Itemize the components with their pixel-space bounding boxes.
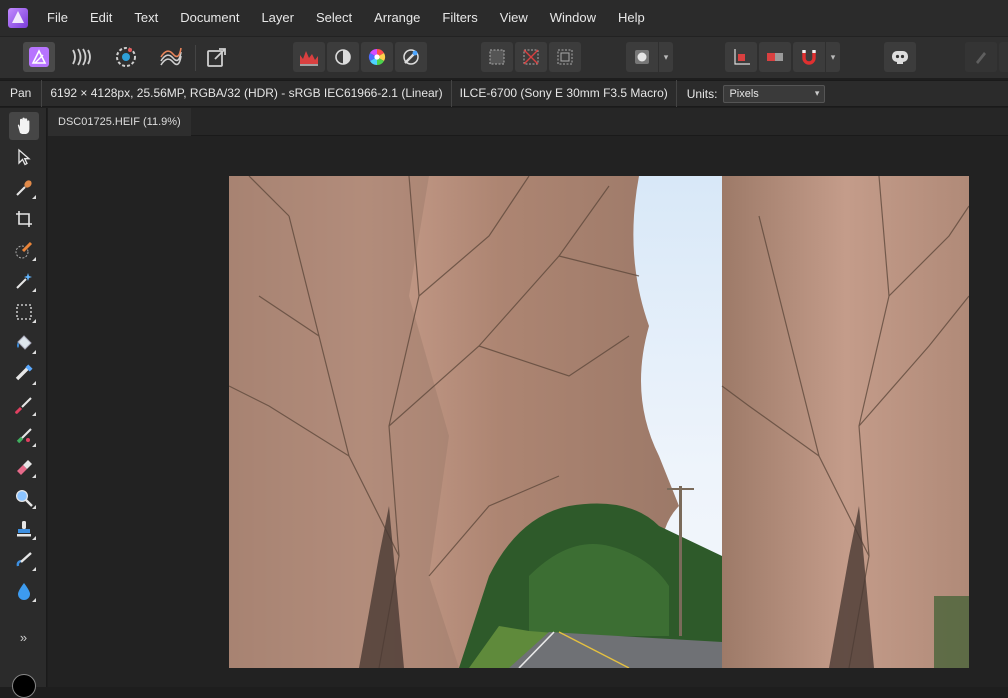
export-persona-icon[interactable] bbox=[201, 42, 233, 72]
document-photo bbox=[229, 176, 969, 668]
canvas-area[interactable] bbox=[48, 136, 1008, 687]
menu-layer[interactable]: Layer bbox=[250, 0, 305, 36]
flood-fill-icon[interactable] bbox=[9, 329, 39, 357]
move-icon[interactable] bbox=[9, 143, 39, 171]
paint-brush-icon[interactable] bbox=[9, 391, 39, 419]
photo-persona-icon[interactable] bbox=[23, 42, 55, 72]
menu-view[interactable]: View bbox=[489, 0, 539, 36]
main-toolbar: ▾ ▾ bbox=[0, 36, 1008, 78]
liquify-persona-icon[interactable] bbox=[66, 42, 98, 72]
colour-swatch-icon[interactable] bbox=[12, 674, 36, 698]
crop-icon[interactable] bbox=[9, 205, 39, 233]
quick-mask-icon[interactable] bbox=[481, 42, 513, 72]
levels-icon[interactable] bbox=[293, 42, 325, 72]
menu-filters[interactable]: Filters bbox=[431, 0, 488, 36]
colour-replacement-icon[interactable] bbox=[9, 422, 39, 450]
menu-edit[interactable]: Edit bbox=[79, 0, 123, 36]
studio-assistant-icon[interactable] bbox=[884, 42, 916, 72]
menu-document[interactable]: Document bbox=[169, 0, 250, 36]
chevron-down-icon: ▾ bbox=[814, 88, 820, 98]
menu-bar: File Edit Text Document Layer Select Arr… bbox=[0, 0, 1008, 36]
invert-selection-icon[interactable] bbox=[549, 42, 581, 72]
marquee-icon[interactable] bbox=[9, 298, 39, 326]
units-select[interactable]: Pixels ▾ bbox=[723, 84, 826, 103]
current-tool-label: Pan bbox=[0, 80, 43, 107]
gradient-icon[interactable] bbox=[9, 360, 39, 388]
snapping-icon[interactable] bbox=[725, 42, 757, 72]
units-value: Pixels bbox=[729, 87, 759, 100]
white-balance-icon[interactable] bbox=[395, 42, 427, 72]
clone-icon[interactable] bbox=[9, 515, 39, 543]
magic-wand-icon[interactable] bbox=[9, 267, 39, 295]
photo-image bbox=[229, 176, 969, 668]
colour-picker-icon[interactable] bbox=[9, 174, 39, 202]
document-tab-bar: DSC01725.HEIF (11.9%) bbox=[48, 108, 1008, 136]
hand-icon[interactable] bbox=[9, 112, 39, 140]
selection-brush-icon[interactable] bbox=[9, 236, 39, 264]
snapping-dropdown-icon[interactable]: ▾ bbox=[826, 42, 840, 72]
blur-icon[interactable] bbox=[9, 577, 39, 605]
selection-mode-dropdown-icon[interactable]: ▾ bbox=[659, 42, 673, 72]
tools-panel: » bbox=[0, 108, 47, 698]
menu-arrange[interactable]: Arrange bbox=[363, 0, 431, 36]
image-info-label: 6192 × 4128px, 25.56MP, RGBA/32 (HDR) - … bbox=[42, 80, 452, 107]
erase-brush-icon[interactable] bbox=[9, 453, 39, 481]
dodge-icon[interactable] bbox=[9, 484, 39, 512]
menu-text[interactable]: Text bbox=[123, 0, 169, 36]
disabled-tool-icon bbox=[965, 42, 997, 72]
camera-info-label: ILCE-6700 (Sony E 30mm F3.5 Macro) bbox=[452, 80, 677, 107]
affinity-photo-logo-icon bbox=[0, 0, 36, 36]
snapping-magnet-icon[interactable] bbox=[793, 42, 825, 72]
develop-persona-icon[interactable] bbox=[110, 42, 142, 72]
context-toolbar: Pan 6192 × 4128px, 25.56MP, RGBA/32 (HDR… bbox=[0, 80, 1008, 107]
assistant-icon[interactable] bbox=[759, 42, 791, 72]
auto-colour-icon[interactable] bbox=[361, 42, 393, 72]
menu-window[interactable]: Window bbox=[539, 0, 607, 36]
menu-file[interactable]: File bbox=[36, 0, 79, 36]
document-tab[interactable]: DSC01725.HEIF (11.9%) bbox=[48, 108, 191, 136]
deselect-icon[interactable] bbox=[515, 42, 547, 72]
auto-contrast-icon[interactable] bbox=[327, 42, 359, 72]
more-tools-icon[interactable]: » bbox=[0, 630, 47, 645]
disabled-tool-2-icon bbox=[999, 42, 1008, 72]
smudge-icon[interactable] bbox=[9, 546, 39, 574]
tone-mapping-persona-icon[interactable] bbox=[155, 42, 187, 72]
menu-help[interactable]: Help bbox=[607, 0, 656, 36]
menu-select[interactable]: Select bbox=[305, 0, 363, 36]
selection-mode-icon[interactable] bbox=[626, 42, 658, 72]
units-label: Units: bbox=[686, 86, 718, 101]
